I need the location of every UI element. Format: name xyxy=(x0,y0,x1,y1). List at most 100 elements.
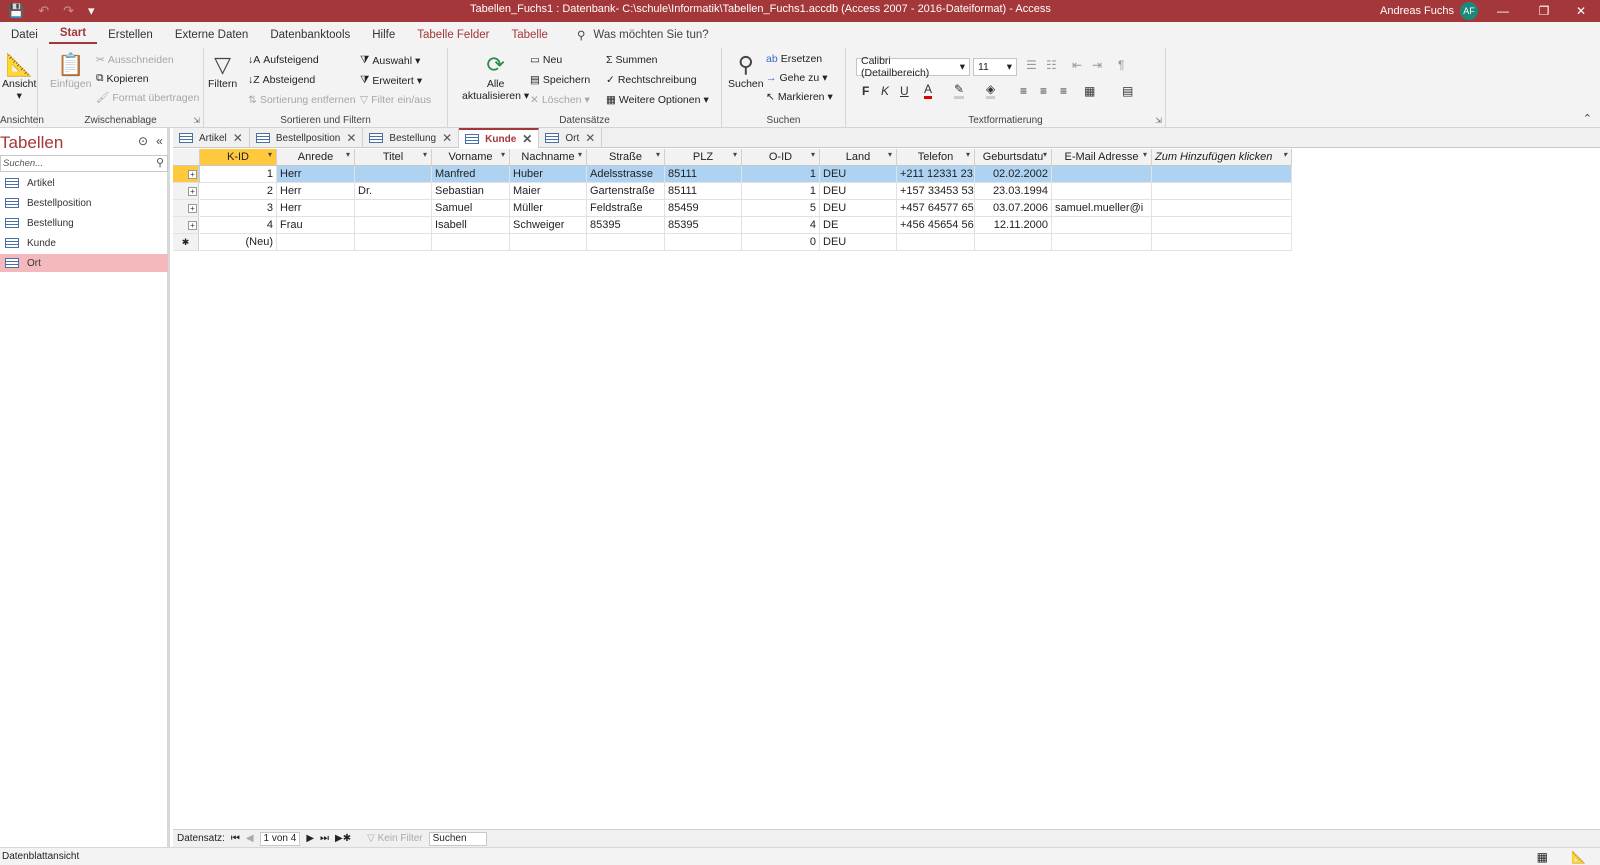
table-cell[interactable]: Samuel xyxy=(432,200,510,217)
table-cell[interactable] xyxy=(355,200,432,217)
tab-hilfe[interactable]: Hilfe xyxy=(361,29,406,41)
table-cell[interactable]: Huber xyxy=(510,166,587,183)
table-cell[interactable]: +211 12331 231 xyxy=(897,166,975,183)
table-cell[interactable]: Maier xyxy=(510,183,587,200)
table-row[interactable]: +4 Frau Isabell Schweiger 85395 85395 4 DE +456 … xyxy=(173,217,1292,234)
tab-tabelle-felder[interactable]: Tabelle Felder xyxy=(406,29,500,41)
previous-record-icon[interactable]: ◀ xyxy=(246,833,254,844)
redo-icon[interactable]: ↷ xyxy=(63,3,74,19)
replace-button[interactable]: ab Ersetzen xyxy=(766,53,822,65)
close-icon[interactable]: ✕ xyxy=(585,131,595,145)
selection-button[interactable]: ⧩ Auswahl ▾ xyxy=(360,54,420,67)
column-header[interactable]: O-ID ▾ xyxy=(742,149,820,166)
tab-externe-daten[interactable]: Externe Daten xyxy=(164,29,260,41)
table-cell[interactable]: DEU xyxy=(820,234,897,251)
goto-button[interactable]: → Gehe zu ▾ xyxy=(766,72,827,84)
table-cell[interactable]: Gartenstraße xyxy=(587,183,665,200)
font-size-select[interactable]: 11 ▾ xyxy=(973,58,1017,76)
table-cell[interactable]: samuel.mueller@i xyxy=(1052,200,1152,217)
table-cell[interactable] xyxy=(1052,217,1152,234)
chevron-down-icon[interactable]: ▾ xyxy=(1043,150,1047,159)
table-cell[interactable]: 0 xyxy=(742,234,820,251)
table-cell[interactable]: Herr xyxy=(277,166,355,183)
numbered-list-icon[interactable]: ☷ xyxy=(1046,58,1057,72)
underline-button[interactable]: U xyxy=(900,84,909,98)
table-cell[interactable] xyxy=(355,234,432,251)
font-family-select[interactable]: Calibri (Detailbereich) ▾ xyxy=(856,55,970,79)
chevron-down-icon[interactable]: ▾ xyxy=(733,150,737,159)
table-cell[interactable]: 03.07.2006 xyxy=(975,200,1052,217)
table-cell[interactable]: 85395 xyxy=(665,217,742,234)
close-icon[interactable]: ✕ xyxy=(233,131,243,145)
table-cell[interactable] xyxy=(1152,200,1292,217)
nav-item-bestellposition[interactable]: Bestellposition xyxy=(0,194,168,212)
close-icon[interactable]: ✕ xyxy=(346,131,356,145)
nav-menu-icon[interactable]: ⊙ xyxy=(138,134,148,148)
column-header[interactable]: E-Mail Adresse ▾ xyxy=(1052,149,1152,166)
filter-status[interactable]: ▽ Kein Filter xyxy=(367,833,423,844)
doc-tab-bestellposition[interactable]: Bestellposition ✕ xyxy=(250,128,364,148)
tell-me-box[interactable]: ⚲ Was möchten Sie tun? xyxy=(577,28,709,42)
close-window-button[interactable]: ✕ xyxy=(1558,0,1600,22)
minimize-button[interactable]: — xyxy=(1480,0,1526,22)
column-header[interactable]: Straße ▾ xyxy=(587,149,665,166)
next-record-icon[interactable]: ▶ xyxy=(306,833,314,844)
record-position-input[interactable]: 1 von 4 xyxy=(259,831,301,846)
table-cell[interactable]: Frau xyxy=(277,217,355,234)
table-cell[interactable]: 5 xyxy=(742,200,820,217)
table-cell[interactable] xyxy=(1152,234,1292,251)
decrease-indent-icon[interactable]: ⇤ xyxy=(1072,58,1082,72)
chevron-down-icon[interactable]: ▾ xyxy=(501,150,505,159)
column-header[interactable]: Telefon ▾ xyxy=(897,149,975,166)
chevron-down-icon[interactable]: ▾ xyxy=(1283,150,1287,159)
nav-item-ort[interactable]: Ort xyxy=(0,254,168,272)
table-cell[interactable] xyxy=(1052,234,1152,251)
increase-indent-icon[interactable]: ⇥ xyxy=(1092,58,1102,72)
table-cell[interactable]: 85459 xyxy=(665,200,742,217)
expand-icon[interactable]: + xyxy=(188,221,197,230)
column-header[interactable]: Titel ▾ xyxy=(355,149,432,166)
column-header[interactable]: Geburtsdatu ▾ xyxy=(975,149,1052,166)
refresh-all-button[interactable]: ⟳ Alle aktualisieren ▾ xyxy=(462,52,529,102)
column-header[interactable]: K-ID ▾ xyxy=(200,149,277,166)
tab-erstellen[interactable]: Erstellen xyxy=(97,29,164,41)
row-selector[interactable]: + xyxy=(173,183,199,200)
chevron-down-icon[interactable]: ▾ xyxy=(346,150,350,159)
tab-datenbanktools[interactable]: Datenbanktools xyxy=(259,29,361,41)
column-header[interactable]: Zum Hinzufügen klicken ▾ xyxy=(1152,149,1292,166)
column-header[interactable]: Land ▾ xyxy=(820,149,897,166)
table-cell[interactable]: 3 xyxy=(200,200,277,217)
new-record-row[interactable]: ✱ (Neu) 0 DEU xyxy=(173,234,1292,251)
font-color-icon[interactable]: A xyxy=(924,82,933,99)
align-center-icon[interactable]: ≡ xyxy=(1040,84,1047,98)
table-row[interactable]: +1 Herr Manfred Huber Adelsstrasse 85111 1 DEU +… xyxy=(173,166,1292,183)
table-cell[interactable]: (Neu) xyxy=(200,234,277,251)
table-row[interactable]: +3 Herr Samuel Müller Feldstraße 85459 5 DEU +45… xyxy=(173,200,1292,217)
row-selector[interactable]: + xyxy=(173,166,199,183)
spelling-button[interactable]: ✓ Rechtschreibung xyxy=(606,74,697,86)
remove-sort-button[interactable]: ⇅ Sortierung entfernen xyxy=(248,94,356,106)
table-cell[interactable]: 85111 xyxy=(665,183,742,200)
table-cell[interactable] xyxy=(1052,183,1152,200)
paste-button[interactable]: 📋 Einfügen xyxy=(50,52,91,90)
table-cell[interactable]: +456 45654 564 xyxy=(897,217,975,234)
table-cell[interactable]: 2 xyxy=(200,183,277,200)
design-view-icon[interactable]: 📐 xyxy=(1571,850,1586,864)
user-account[interactable]: Andreas Fuchs AF xyxy=(1380,2,1478,20)
sort-ascending-button[interactable]: ↓A Aufsteigend xyxy=(248,54,319,66)
nav-pane-title[interactable]: Tabellen xyxy=(0,133,63,153)
bullet-list-icon[interactable]: ☰ xyxy=(1026,58,1037,72)
table-cell[interactable]: 85111 xyxy=(665,166,742,183)
collapse-ribbon-icon[interactable]: ⌃ xyxy=(1583,112,1592,125)
paragraph-direction-icon[interactable]: ¶ xyxy=(1118,58,1124,72)
italic-button[interactable]: K xyxy=(881,84,889,98)
table-cell[interactable]: 85395 xyxy=(587,217,665,234)
table-cell[interactable] xyxy=(432,234,510,251)
table-cell[interactable] xyxy=(897,234,975,251)
expand-icon[interactable]: + xyxy=(188,187,197,196)
bold-button[interactable]: F xyxy=(862,84,869,98)
table-cell[interactable] xyxy=(1152,166,1292,183)
column-header[interactable]: Nachname ▾ xyxy=(510,149,587,166)
table-cell[interactable]: +157 33453 534 xyxy=(897,183,975,200)
expand-icon[interactable]: + xyxy=(188,204,197,213)
